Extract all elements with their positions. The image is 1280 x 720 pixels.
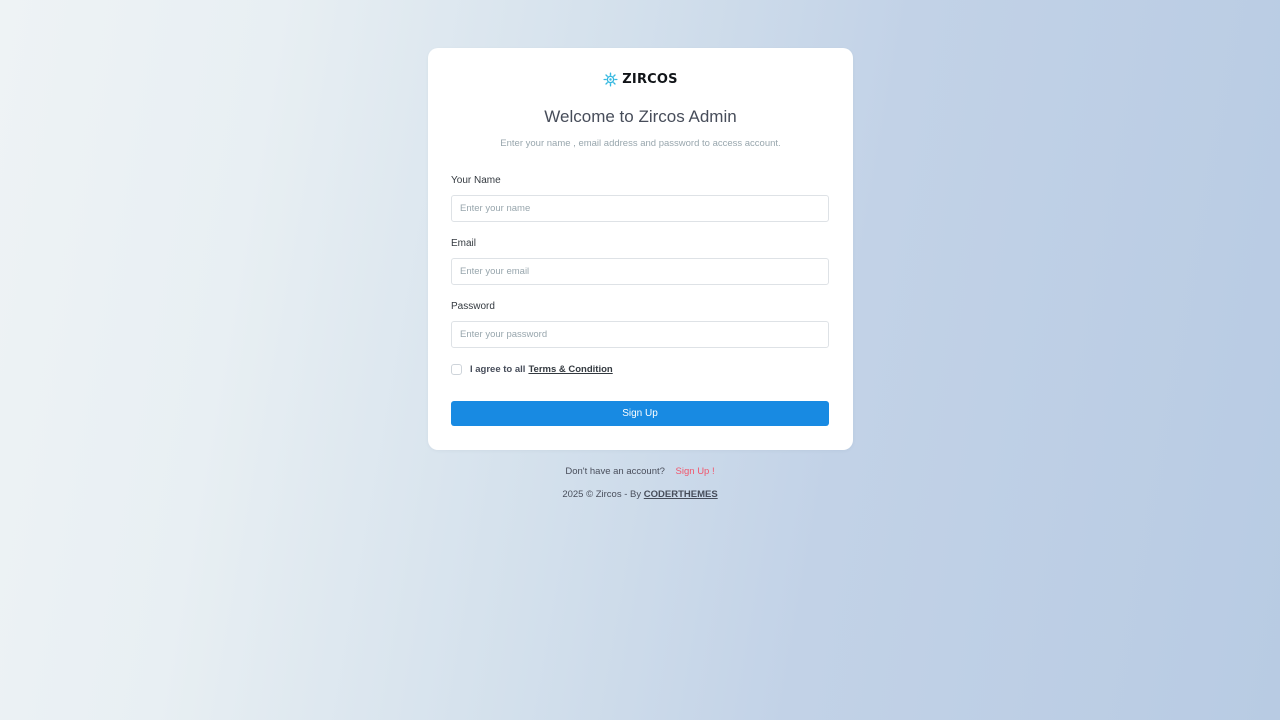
page-title: Welcome to Zircos Admin bbox=[544, 107, 737, 126]
terms-agreement: I agree to all Terms & Condition bbox=[451, 364, 613, 375]
email-input[interactable] bbox=[451, 258, 829, 285]
terms-checkbox[interactable] bbox=[451, 364, 462, 375]
signup-card: ZIRCOS Welcome to Zircos Admin Enter you… bbox=[428, 48, 853, 450]
signup-prompt-text: Don't have an account? bbox=[565, 466, 665, 477]
brand-logo[interactable]: ZIRCOS bbox=[428, 72, 853, 87]
password-input[interactable] bbox=[451, 321, 829, 348]
email-label: Email bbox=[451, 238, 477, 249]
sun-gear-icon bbox=[603, 72, 618, 87]
name-label: Your Name bbox=[451, 175, 501, 186]
sign-up-button[interactable]: Sign Up bbox=[451, 401, 829, 426]
sign-up-link[interactable]: Sign Up ! bbox=[676, 466, 715, 477]
terms-prefix: I agree to all bbox=[470, 364, 526, 375]
page-subtitle: Enter your name , email address and pass… bbox=[500, 138, 781, 149]
brand-name: ZIRCOS bbox=[622, 72, 678, 87]
author-link[interactable]: CODERTHEMES bbox=[644, 489, 718, 500]
terms-link[interactable]: Terms & Condition bbox=[528, 364, 612, 375]
name-input[interactable] bbox=[451, 195, 829, 222]
copyright-text: 2025 © Zircos - By bbox=[562, 489, 642, 500]
password-label: Password bbox=[451, 301, 495, 312]
signup-prompt: Don't have an account? Sign Up ! bbox=[0, 466, 1280, 477]
copyright: 2025 © Zircos - By CODERTHEMES bbox=[0, 489, 1280, 500]
